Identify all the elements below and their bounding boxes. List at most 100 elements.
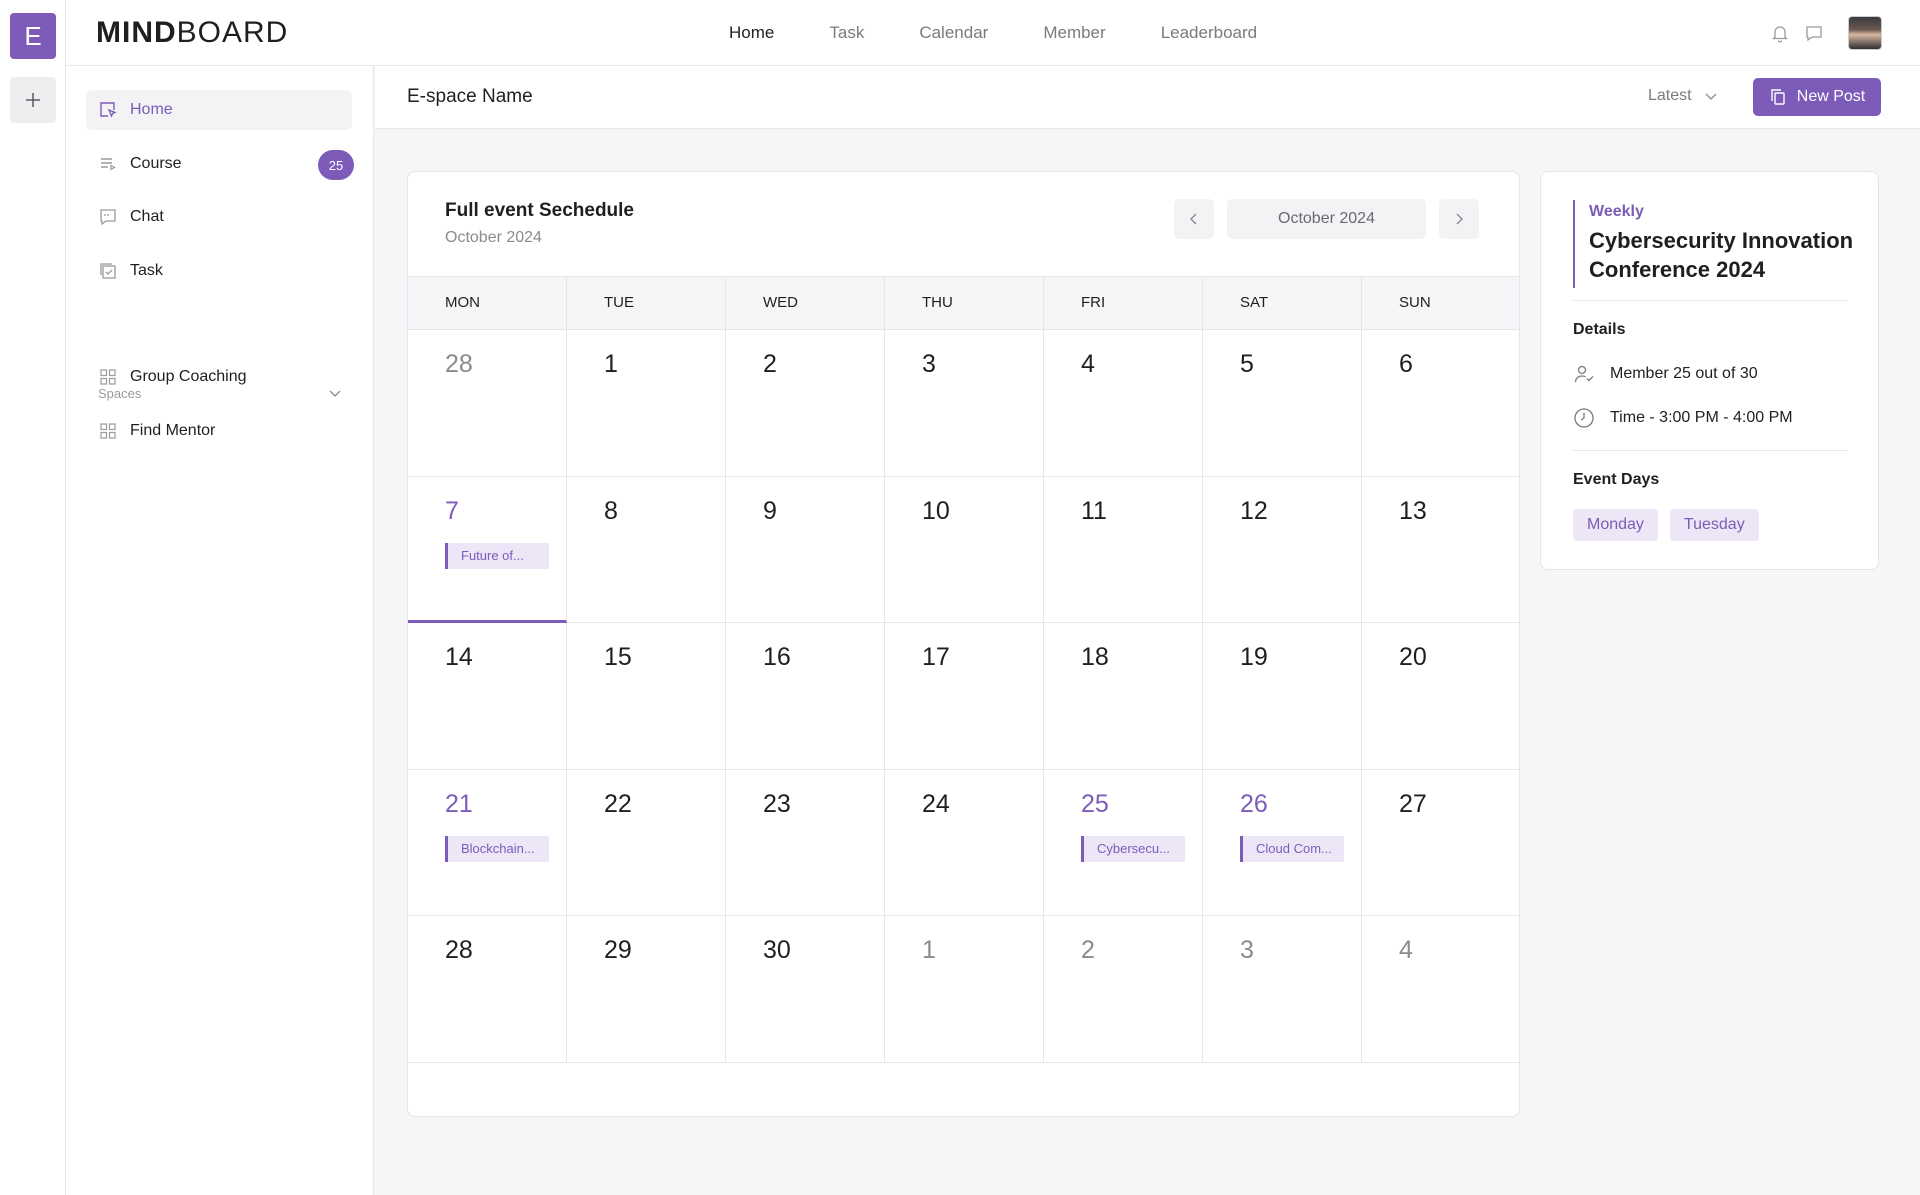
event-chip[interactable]: Future of... (445, 542, 549, 569)
weekday-label: SUN (1399, 294, 1431, 311)
calendar-day-cell[interactable]: 27 (1362, 770, 1519, 916)
day-number: 23 (763, 789, 791, 818)
task-icon (100, 263, 116, 279)
calendar-grid: 28 1 2 3 4 5 6 7 Future of... 8 9 10 11 12 13 14 15 16 17 1… (408, 330, 1519, 1063)
event-frequency: Weekly (1589, 203, 1644, 220)
calendar-day-cell[interactable]: 4 (1044, 330, 1203, 477)
calendar-day-cell[interactable]: 25 Cybersecu... (1044, 769, 1203, 916)
event-days-label: Event Days (1573, 471, 1660, 488)
calendar-day-cell[interactable]: 22 (567, 769, 726, 916)
sidebar-item-label: Course (130, 155, 182, 172)
calendar-day-cell[interactable]: 30 (726, 916, 885, 1063)
top-header: MINDBOARD Home Task Calendar Member Lead… (66, 0, 1920, 66)
calendar-day-cell[interactable]: 28 (408, 330, 567, 477)
weekday-label: THU (885, 277, 1044, 329)
calendar-day-cell[interactable]: 8 (567, 476, 726, 623)
day-number: 1 (922, 936, 936, 964)
calendar-day-cell[interactable]: 12 (1203, 476, 1362, 623)
day-number: 20 (1399, 643, 1427, 671)
event-day-chip: Monday (1573, 509, 1658, 541)
sidebar-item-chat[interactable]: Chat (86, 197, 352, 237)
day-number: 13 (1399, 496, 1427, 525)
day-number: 25 (1081, 789, 1109, 818)
bell-icon[interactable] (1770, 23, 1790, 43)
nav-leaderboard[interactable]: Leaderboard (1161, 23, 1257, 43)
nav-calendar[interactable]: Calendar (919, 23, 988, 43)
workspace-switcher[interactable]: E (10, 13, 56, 59)
calendar-day-cell[interactable]: 3 (885, 330, 1044, 477)
new-post-button[interactable]: New Post (1753, 78, 1881, 116)
event-chip[interactable]: Blockchain... (445, 835, 549, 862)
nav-task[interactable]: Task (829, 23, 864, 43)
sidebar-item-label: Group Coaching (130, 368, 247, 385)
calendar-day-cell[interactable]: 10 (885, 476, 1044, 623)
event-chip[interactable]: Cybersecu... (1081, 835, 1185, 862)
prev-month-button[interactable] (1174, 199, 1214, 239)
calendar-day-cell[interactable]: 17 (885, 623, 1044, 770)
next-month-button[interactable] (1439, 199, 1479, 239)
avatar[interactable] (1848, 16, 1882, 50)
day-number: 11 (1081, 496, 1107, 525)
sidebar-item-home[interactable]: Home (86, 90, 352, 130)
calendar-day-cell[interactable]: 18 (1044, 623, 1203, 770)
weekday-label: TUE (567, 277, 726, 329)
top-nav: Home Task Calendar Member Leaderboard (729, 0, 1312, 66)
calendar-day-cell[interactable]: 2 (726, 330, 885, 477)
sidebar-item-task[interactable]: Task (86, 251, 352, 291)
calendar-day-cell[interactable]: 13 (1362, 477, 1519, 623)
calendar-day-cell[interactable]: 7 Future of... (408, 476, 567, 623)
details-label: Details (1573, 321, 1626, 338)
nav-member[interactable]: Member (1043, 23, 1105, 43)
time-text: Time - 3:00 PM - 4:00 PM (1610, 409, 1793, 426)
calendar-day-cell[interactable]: 4 (1362, 916, 1519, 1063)
day-number: 3 (922, 350, 936, 378)
calendar-day-cell[interactable]: 16 (726, 623, 885, 770)
month-selector[interactable]: October 2024 (1227, 199, 1426, 239)
calendar-day-cell[interactable]: 1 (885, 916, 1044, 1063)
sidebar-item-course[interactable]: Course 25 (86, 144, 354, 184)
nav-home[interactable]: Home (729, 23, 774, 43)
calendar-day-cell[interactable]: 20 (1362, 623, 1519, 770)
sort-label: Latest (1648, 87, 1692, 104)
sidebar-item-label: Home (130, 101, 173, 118)
day-number: 2 (1081, 936, 1095, 964)
sidebar-item-group-coaching[interactable]: Group Coaching (86, 357, 352, 397)
day-number: 2 (763, 350, 777, 378)
calendar-day-cell[interactable]: 28 (408, 916, 567, 1063)
day-number: 5 (1240, 350, 1254, 378)
grid-icon (100, 423, 116, 439)
calendar-day-cell[interactable]: 29 (567, 916, 726, 1063)
course-count-badge: 25 (318, 150, 354, 180)
day-number: 4 (1399, 936, 1413, 964)
day-number: 6 (1399, 350, 1413, 378)
calendar-day-cell[interactable]: 11 (1044, 476, 1203, 623)
calendar-day-cell[interactable]: 19 (1203, 623, 1362, 770)
sort-dropdown[interactable]: Latest (1648, 87, 1718, 105)
calendar-day-cell[interactable]: 2 (1044, 916, 1203, 1063)
logo[interactable]: MINDBOARD (96, 16, 288, 50)
members-row: Member 25 out of 30 (1573, 363, 1758, 385)
sidebar-item-label: Find Mentor (130, 422, 216, 439)
calendar-day-cell[interactable]: 9 (726, 476, 885, 623)
day-number: 16 (763, 643, 791, 671)
calendar-day-cell[interactable]: 5 (1203, 330, 1362, 477)
sidebar-item-find-mentor[interactable]: Find Mentor (86, 411, 352, 451)
header-actions (1770, 16, 1882, 50)
event-chip[interactable]: Cloud Com... (1240, 835, 1344, 862)
calendar-day-cell[interactable]: 26 Cloud Com... (1203, 769, 1362, 916)
add-workspace-button[interactable] (10, 77, 56, 123)
calendar-day-cell[interactable]: 24 (885, 769, 1044, 916)
calendar-day-cell[interactable]: 14 (408, 623, 567, 770)
calendar-day-cell[interactable]: 1 (567, 330, 726, 477)
calendar-day-cell[interactable]: 23 (726, 769, 885, 916)
calendar-day-cell[interactable]: 21 Blockchain... (408, 769, 567, 916)
grid-icon (100, 369, 116, 385)
calendar-day-cell[interactable]: 3 (1203, 916, 1362, 1063)
day-number: 26 (1240, 789, 1268, 818)
copy-icon (1771, 89, 1785, 105)
calendar-day-cell[interactable]: 15 (567, 623, 726, 770)
message-icon[interactable] (1804, 23, 1824, 43)
accent-bar (1573, 200, 1575, 288)
day-number: 3 (1240, 936, 1254, 964)
calendar-day-cell[interactable]: 6 (1362, 330, 1519, 477)
